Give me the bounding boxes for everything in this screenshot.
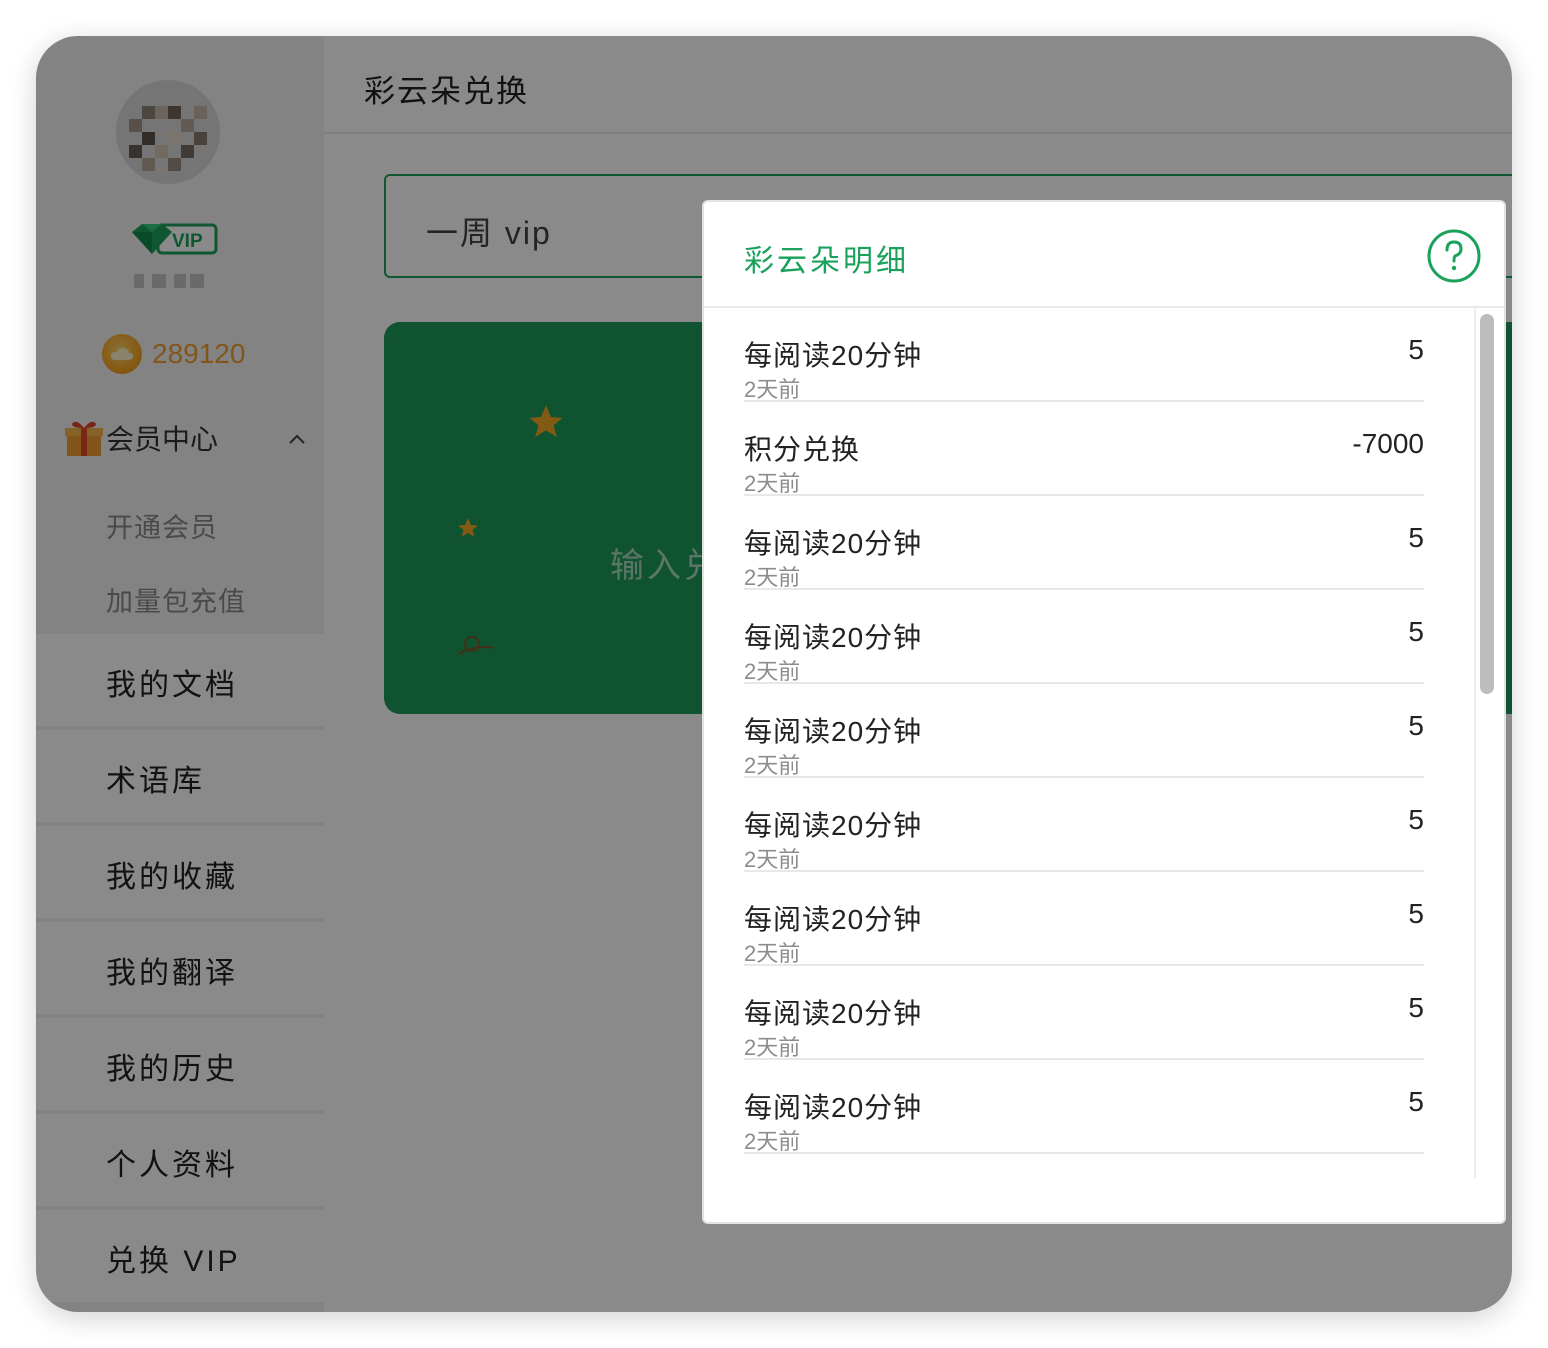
item-title: 每阅读20分钟 — [744, 716, 923, 747]
question-circle-icon[interactable] — [1426, 228, 1482, 284]
list-item: 每阅读20分钟 2天前 5 — [744, 590, 1424, 684]
item-time: 2天前 — [744, 377, 801, 402]
item-amount: 5 — [1408, 804, 1424, 835]
item-amount: 5 — [1408, 898, 1424, 929]
scrollbar-track[interactable] — [1474, 308, 1476, 1178]
item-time: 2天前 — [744, 847, 801, 872]
app-window: VIP 289120 会员中心 开通会员 加量包充值 我的文档 术语库 我的收藏… — [36, 36, 1512, 1312]
item-title: 每阅读20分钟 — [744, 622, 923, 653]
item-amount: 5 — [1408, 616, 1424, 647]
list-item: 每阅读20分钟 2天前 5 — [744, 966, 1424, 1060]
item-time: 2天前 — [744, 1129, 801, 1154]
item-time: 2天前 — [744, 471, 801, 496]
list-item: 每阅读20分钟 2天前 5 — [744, 684, 1424, 778]
list-item: 每阅读20分钟 2天前 5 — [744, 1060, 1424, 1154]
item-time: 2天前 — [744, 753, 801, 778]
item-amount: 5 — [1408, 334, 1424, 365]
scrollbar-thumb[interactable] — [1480, 314, 1494, 694]
item-amount: 5 — [1408, 522, 1424, 553]
item-amount: 5 — [1408, 710, 1424, 741]
item-amount: 5 — [1408, 992, 1424, 1023]
item-amount: -7000 — [1352, 428, 1424, 459]
item-amount: 5 — [1408, 1086, 1424, 1117]
list-item: 每阅读20分钟 2天前 5 — [744, 308, 1424, 402]
list-item: 每阅读20分钟 2天前 5 — [744, 778, 1424, 872]
item-title: 每阅读20分钟 — [744, 340, 923, 371]
list-item: 每阅读20分钟 2天前 5 — [744, 872, 1424, 966]
item-title: 每阅读20分钟 — [744, 528, 923, 559]
item-title: 每阅读20分钟 — [744, 1092, 923, 1123]
item-time: 2天前 — [744, 659, 801, 684]
list-item: 积分兑换 2天前 -7000 — [744, 402, 1424, 496]
item-time: 2天前 — [744, 1035, 801, 1060]
modal-title: 彩云朵明细 — [744, 245, 909, 278]
points-detail-modal: 彩云朵明细 每阅读20分钟 2天前 5 积分兑换 2天前 -7000 每阅读20… — [702, 200, 1506, 1224]
item-time: 2天前 — [744, 941, 801, 966]
item-title: 每阅读20分钟 — [744, 810, 923, 841]
item-time: 2天前 — [744, 565, 801, 590]
list-item: 每阅读20分钟 2天前 5 — [744, 496, 1424, 590]
item-title: 积分兑换 — [744, 434, 861, 465]
points-list[interactable]: 每阅读20分钟 2天前 5 积分兑换 2天前 -7000 每阅读20分钟 2天前… — [744, 308, 1424, 1178]
item-title: 每阅读20分钟 — [744, 998, 923, 1029]
item-title: 每阅读20分钟 — [744, 904, 923, 935]
